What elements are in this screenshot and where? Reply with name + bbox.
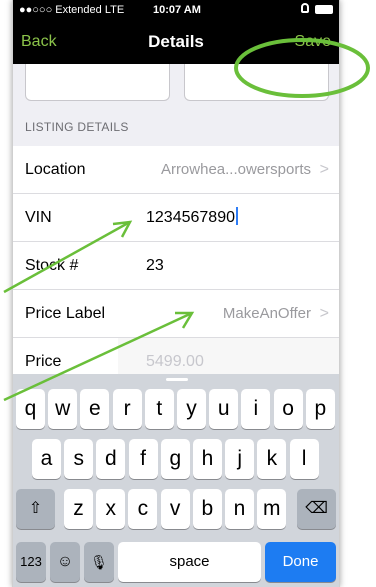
price-label-label: Price Label (25, 305, 106, 322)
location-row[interactable]: Location Arrowhea...owersports > (13, 146, 339, 194)
key-x[interactable]: x (96, 489, 126, 529)
key-h[interactable]: h (193, 439, 222, 479)
key-y[interactable]: y (177, 389, 206, 429)
key-u[interactable]: u (209, 389, 239, 429)
keyboard-handle (166, 378, 188, 381)
shift-icon: ⇧ (28, 500, 43, 517)
price-label-value: MakeAnOffer (222, 305, 311, 322)
rotation-lock-icon (301, 3, 309, 13)
previous-field-right[interactable] (184, 64, 329, 101)
clock: 10:07 AM (153, 4, 201, 16)
space-key[interactable]: space (118, 542, 261, 582)
key-v[interactable]: v (160, 489, 190, 529)
stock-label: Stock # (25, 257, 79, 274)
microphone-key[interactable]: 🎙 (84, 542, 114, 582)
battery-icon (315, 5, 333, 14)
vin-value: 1234567890 (146, 209, 235, 226)
microphone-icon: 🎙 (90, 554, 108, 570)
done-key[interactable]: Done (265, 542, 336, 582)
status-bar: ●●○○○ Extended LTE 10:07 AM (13, 0, 339, 20)
key-m[interactable]: m (257, 489, 287, 529)
delete-icon: ⌫ (305, 500, 328, 517)
key-w[interactable]: w (48, 389, 78, 429)
price-label-row[interactable]: Price Label MakeAnOffer > (13, 290, 339, 338)
shift-key[interactable]: ⇧ (16, 489, 55, 529)
listing-details-list: Location Arrowhea...owersports > VIN 123… (13, 146, 339, 386)
location-value: Arrowhea...owersports (160, 161, 311, 178)
key-d[interactable]: d (96, 439, 126, 479)
emoji-icon: ☺ (56, 553, 74, 570)
key-r[interactable]: r (112, 389, 142, 429)
key-l[interactable]: l (289, 439, 319, 479)
key-e[interactable]: e (80, 389, 110, 429)
key-b[interactable]: b (192, 489, 222, 529)
vin-field[interactable]: 1234567890 (146, 194, 238, 241)
text-cursor (235, 207, 238, 225)
delete-key[interactable]: ⌫ (297, 489, 336, 529)
previous-field-left[interactable] (25, 64, 170, 101)
location-label: Location (25, 161, 86, 178)
section-header: LISTING DETAILS (25, 120, 129, 134)
key-i[interactable]: i (241, 389, 271, 429)
key-g[interactable]: g (160, 439, 190, 479)
vin-row[interactable]: VIN 1234567890 (13, 194, 339, 242)
save-button[interactable]: Save (295, 20, 331, 64)
key-k[interactable]: k (257, 439, 287, 479)
key-o[interactable]: o (273, 389, 303, 429)
chevron-right-icon: > (319, 161, 329, 178)
keyboard: qwertyuiop asdfghjkl zxcvbnm ⇧ ⌫ 123 ☺ 🎙… (13, 374, 339, 587)
previous-fields (13, 64, 339, 102)
key-s[interactable]: s (64, 439, 94, 479)
key-t[interactable]: t (144, 389, 174, 429)
key-z[interactable]: z (64, 489, 93, 529)
stock-field[interactable]: 23 (146, 242, 164, 289)
key-j[interactable]: j (225, 439, 255, 479)
chevron-right-icon: > (319, 305, 329, 322)
key-p[interactable]: p (305, 389, 335, 429)
key-c[interactable]: c (128, 489, 158, 529)
phone-screen: ●●○○○ Extended LTE 10:07 AM Back Details… (12, 0, 340, 587)
stock-row[interactable]: Stock # 23 (13, 242, 339, 290)
emoji-key[interactable]: ☺ (50, 542, 80, 582)
key-a[interactable]: a (32, 439, 61, 479)
numbers-key[interactable]: 123 (16, 542, 46, 582)
vin-label: VIN (25, 209, 52, 226)
key-f[interactable]: f (128, 439, 158, 479)
navigation-bar: Back Details Save (13, 20, 339, 64)
page-title: Details (148, 32, 204, 51)
carrier-label: ●●○○○ Extended LTE (19, 4, 125, 16)
key-n[interactable]: n (225, 489, 254, 529)
key-q[interactable]: q (16, 389, 45, 429)
